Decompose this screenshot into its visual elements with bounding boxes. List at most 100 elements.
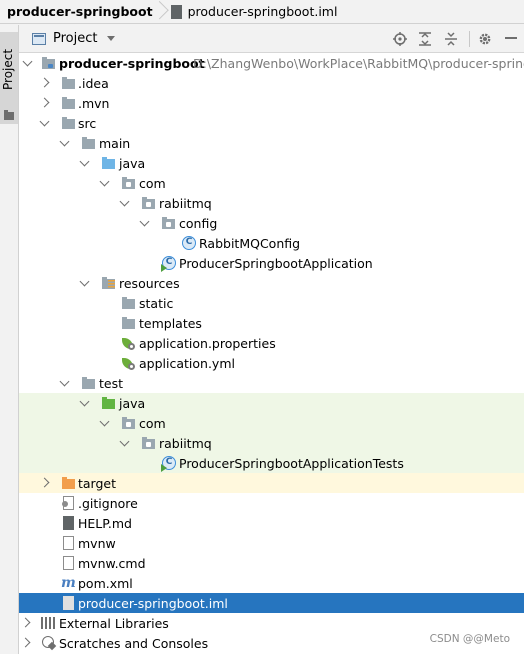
package-icon [140, 195, 156, 211]
tree-row-iml-selected[interactable]: producer-springboot.iml [19, 593, 524, 613]
tree-row-module-root[interactable]: producer-springboot D:\ZhangWenbo\WorkPl… [19, 53, 524, 73]
chevron-down-icon[interactable] [79, 273, 89, 293]
folder-icon [60, 75, 76, 91]
gear-icon[interactable] [477, 31, 493, 47]
tree-row-application-tests-class[interactable]: C ProducerSpringbootApplicationTests [19, 453, 524, 473]
tree-row-external-libraries[interactable]: External Libraries [19, 613, 524, 633]
tree-row-src[interactable]: src [19, 113, 524, 133]
project-tool-button[interactable]: Project [0, 32, 18, 124]
tree-row-gitignore[interactable]: .gitignore [19, 493, 524, 513]
folder-icon [4, 110, 14, 120]
breadcrumb-separator-icon [158, 0, 165, 24]
chevron-down-icon[interactable] [99, 173, 109, 193]
tree-row-label: ProducerSpringbootApplicationTests [179, 456, 404, 471]
tree-row-mvnw-cmd[interactable]: mvnw.cmd [19, 553, 524, 573]
iml-file-icon [170, 4, 184, 20]
file-icon [60, 555, 76, 571]
collapse-all-icon[interactable] [443, 31, 459, 47]
chevron-down-icon[interactable] [119, 433, 129, 453]
tree-row-target[interactable]: target [19, 473, 524, 493]
tree-row-application-yml[interactable]: application.yml [19, 353, 524, 373]
expand-all-icon[interactable] [417, 31, 433, 47]
maven-icon: m [61, 575, 76, 591]
tree-row-mvn[interactable]: .mvn [19, 93, 524, 113]
tree-row-label: pom.xml [78, 576, 133, 591]
tree-row-application-properties[interactable]: application.properties [19, 333, 524, 353]
tree-row-mvnw[interactable]: mvnw [19, 533, 524, 553]
breadcrumb-root[interactable]: producer-springboot [7, 4, 153, 19]
tree-row-main-rabiitmq[interactable]: rabiitmq [19, 193, 524, 213]
tree-row-resources[interactable]: resources [19, 273, 524, 293]
chevron-down-icon[interactable] [79, 393, 89, 413]
project-view-selector[interactable]: Project [53, 31, 97, 46]
tree-row-main-com[interactable]: com [19, 173, 524, 193]
tree-row-idea[interactable]: .idea [19, 73, 524, 93]
tree-row-label: com [139, 176, 166, 191]
breadcrumb-file[interactable]: producer-springboot.iml [170, 4, 337, 20]
tree-row-config[interactable]: config [19, 213, 524, 233]
left-tool-stripe: Project [0, 25, 19, 654]
chevron-right-icon[interactable] [40, 93, 50, 113]
tree-row-label: HELP.md [78, 516, 132, 531]
chevron-down-icon[interactable] [22, 53, 32, 73]
tree-row-rabbitmqconfig[interactable]: C RabbitMQConfig [19, 233, 524, 253]
tree-row-main[interactable]: main [19, 133, 524, 153]
chevron-down-icon[interactable] [119, 193, 129, 213]
tree-row-label: resources [119, 276, 180, 291]
project-view-icon [32, 32, 46, 45]
module-path: D:\ZhangWenbo\WorkPlace\RabbitMQ\produce… [193, 56, 524, 71]
tree-row-label: static [139, 296, 174, 311]
chevron-down-icon[interactable] [39, 113, 49, 133]
chevron-right-icon[interactable] [40, 73, 50, 93]
tree-row-pom-xml[interactable]: m pom.xml [19, 573, 524, 593]
tree-row-test-java[interactable]: java [19, 393, 524, 413]
tree-row-test[interactable]: test [19, 373, 524, 393]
class-icon: C [181, 235, 197, 251]
tree-row-test-com[interactable]: com [19, 413, 524, 433]
minimize-icon[interactable] [503, 31, 519, 47]
tree-row-label: application.yml [139, 356, 235, 371]
chevron-right-icon[interactable] [40, 473, 50, 493]
folder-icon [80, 135, 96, 151]
package-icon [160, 215, 176, 231]
folder-icon [120, 295, 136, 311]
tree-row-test-rabiitmq[interactable]: rabiitmq [19, 433, 524, 453]
chevron-down-icon[interactable] [107, 36, 116, 41]
chevron-down-icon[interactable] [79, 153, 89, 173]
libraries-icon [40, 615, 56, 631]
navigation-bar: producer-springboot producer-springboot.… [0, 0, 524, 24]
folder-icon [80, 375, 96, 391]
tree-row-label: java [119, 396, 146, 411]
chevron-down-icon[interactable] [99, 413, 109, 433]
spring-config-icon [120, 335, 136, 351]
file-icon [60, 535, 76, 551]
tree-row-help-md[interactable]: HELP.md [19, 513, 524, 533]
locate-icon[interactable] [392, 31, 408, 47]
tree-row-label: External Libraries [59, 616, 169, 631]
spring-config-icon [120, 355, 136, 371]
tree-row-templates[interactable]: templates [19, 313, 524, 333]
chevron-down-icon[interactable] [139, 213, 149, 233]
runnable-class-icon: C [161, 255, 177, 272]
source-root-folder-icon [100, 155, 116, 171]
tree-row-label: config [179, 216, 218, 231]
chevron-down-icon[interactable] [59, 373, 69, 393]
chevron-right-icon[interactable] [21, 633, 31, 653]
module-folder-icon [40, 55, 56, 71]
chevron-right-icon[interactable] [21, 613, 31, 633]
tree-row-label: producer-springboot [59, 56, 205, 71]
tree-row-label: target [78, 476, 117, 491]
chevron-down-icon[interactable] [59, 133, 69, 153]
tree-row-label: .idea [78, 76, 109, 91]
tree-row-label: test [99, 376, 124, 391]
tree-row-label: RabbitMQConfig [199, 236, 301, 251]
tree-row-label: src [78, 116, 97, 131]
tree-row-label: ProducerSpringbootApplication [179, 256, 373, 271]
tree-row-application-class[interactable]: C ProducerSpringbootApplication [19, 253, 524, 273]
tree-row-label: mvnw [78, 536, 116, 551]
gitignore-file-icon [60, 495, 76, 511]
tree-row-static[interactable]: static [19, 293, 524, 313]
tree-row-label: main [99, 136, 131, 151]
watermark: CSDN @@Meto [429, 633, 510, 645]
tree-row-main-java[interactable]: java [19, 153, 524, 173]
